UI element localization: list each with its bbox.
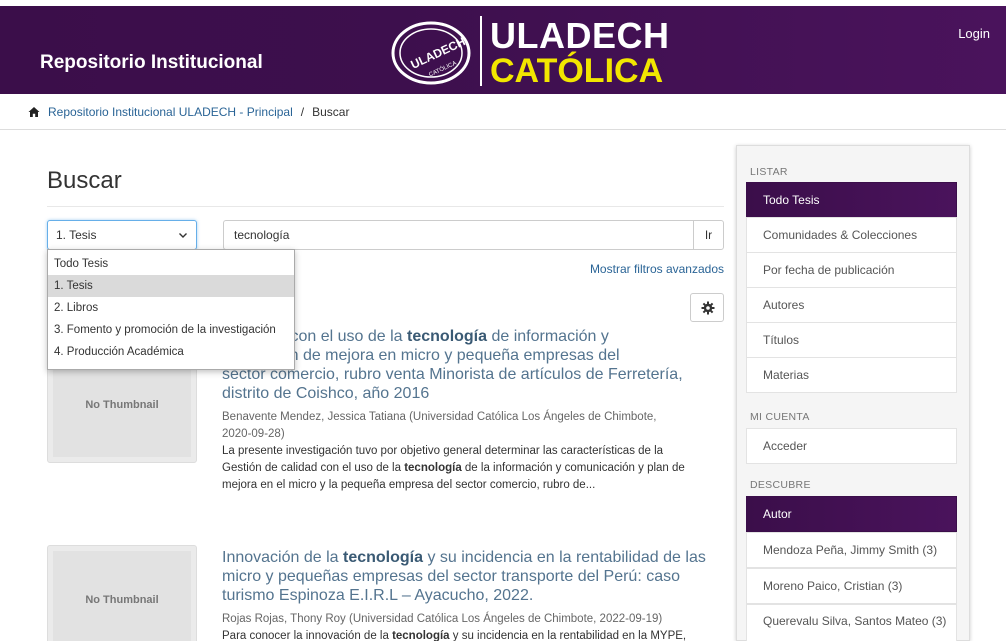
scope-option-selected[interactable]: 1. Tesis xyxy=(48,275,294,297)
scope-option[interactable]: 4. Producción Académica xyxy=(48,341,294,363)
sidebar-item-facet[interactable]: Querevalu Silva, Santos Mateo (3) xyxy=(746,604,957,641)
abstract-text: y su incidencia en la rentabilidad en la… xyxy=(449,630,687,641)
title-highlight: tecnología xyxy=(342,549,423,566)
scope-option[interactable]: Todo Tesis xyxy=(48,253,294,275)
abstract-text: Gestión de calidad con el uso de la xyxy=(222,462,405,474)
page-title: Buscar xyxy=(47,167,122,194)
svg-text:ULADECH: ULADECH xyxy=(408,34,467,71)
repository-title[interactable]: Repositorio Institucional xyxy=(40,52,263,74)
abstract-text: de la información y comunicación y plan … xyxy=(461,462,685,474)
meta-line: Rojas Rojas, Thony Roy (Universidad Cató… xyxy=(222,613,663,625)
title-text: micro y pequeñas empresas del sector tra… xyxy=(222,568,681,585)
sidebar-item-materias[interactable]: Materias xyxy=(746,357,957,393)
sidebar-item-todo-tesis[interactable]: Todo Tesis xyxy=(746,182,957,218)
chevron-down-icon xyxy=(179,233,187,238)
sidebar-heading-listar: LISTAR xyxy=(750,166,788,178)
result-thumbnail[interactable]: No Thumbnail xyxy=(47,545,197,641)
result-author-meta: Rojas Rojas, Thony Roy (Universidad Cató… xyxy=(222,611,722,628)
title-text: distrito de Coishco, año 2016 xyxy=(222,385,430,402)
title-highlight: tecnología xyxy=(407,328,488,345)
login-link[interactable]: Login xyxy=(958,26,990,41)
site-header: Repositorio Institucional ULADECH CATÓLI… xyxy=(0,6,1006,94)
sidebar-item-acceder[interactable]: Acceder xyxy=(746,428,957,464)
abstract-text: La presente investigación tuvo por objet… xyxy=(222,445,664,457)
scope-select[interactable]: 1. Tesis xyxy=(47,220,197,250)
sidebar-item-titulos[interactable]: Títulos xyxy=(746,322,957,358)
meta-line: 2020-09-28) xyxy=(222,428,285,440)
sidebar: LISTAR Todo Tesis Comunidades & Coleccio… xyxy=(736,145,970,641)
uladech-seal-logo[interactable]: ULADECH CATÓLICA xyxy=(390,20,472,86)
gear-icon xyxy=(701,301,715,315)
sidebar-item-facet[interactable]: Moreno Paico, Cristian (3) xyxy=(746,568,957,604)
sidebar-heading-mi-cuenta: MI CUENTA xyxy=(750,411,810,423)
title-text: turismo Espinoza E.I.R.L – Ayacucho, 202… xyxy=(222,587,534,604)
sidebar-item-autor[interactable]: Autor xyxy=(746,496,957,532)
result-abstract: La presente investigación tuvo por objet… xyxy=(222,443,722,494)
abstract-text: Para conocer la innovación de la xyxy=(222,630,393,641)
scope-dropdown-list: Todo Tesis 1. Tesis 2. Libros 3. Fomento… xyxy=(47,249,295,370)
scope-option[interactable]: 3. Fomento y promoción de la investigaci… xyxy=(48,319,294,341)
show-advanced-filters-link[interactable]: Mostrar filtros avanzados xyxy=(590,262,724,276)
sidebar-item-comunidades[interactable]: Comunidades & Colecciones xyxy=(746,217,957,253)
result-author-meta: Benavente Mendez, Jessica Tatiana (Unive… xyxy=(222,409,722,443)
meta-line: Benavente Mendez, Jessica Tatiana (Unive… xyxy=(222,411,657,423)
title-divider xyxy=(47,206,724,207)
result-title-link[interactable]: Innovación de la tecnología y su inciden… xyxy=(222,548,722,605)
title-text: y su incidencia en la rentabilidad de la… xyxy=(423,549,706,566)
search-go-button[interactable]: Ir xyxy=(693,220,724,250)
home-icon[interactable] xyxy=(28,106,40,118)
breadcrumb-bar: Repositorio Institucional ULADECH - Prin… xyxy=(0,94,1006,130)
result-abstract: Para conocer la innovación de la tecnolo… xyxy=(222,628,722,641)
main-content: Buscar 1. Tesis Ir Mostrar filtros avanz… xyxy=(32,140,730,641)
logo-divider xyxy=(480,16,482,86)
scope-option[interactable]: 2. Libros xyxy=(48,297,294,319)
sidebar-item-facet[interactable]: Mendoza Peña, Jimmy Smith (3) xyxy=(746,532,957,568)
sidebar-heading-descubre: DESCUBRE xyxy=(750,479,811,491)
results-settings-button[interactable] xyxy=(690,293,724,322)
result-title-link[interactable]: e calidad con el uso de la tecnología de… xyxy=(222,327,722,403)
logo-wordmark-top: ULADECH xyxy=(490,15,670,56)
breadcrumb-current: Buscar xyxy=(312,105,350,119)
title-text: de información y xyxy=(487,328,609,345)
breadcrumb-separator: / xyxy=(300,105,305,119)
logo-wordmark-bottom: CATÓLICA xyxy=(490,52,664,90)
abstract-highlight: tecnología xyxy=(392,630,450,641)
abstract-highlight: tecnología xyxy=(404,462,462,474)
scope-selected-value: 1. Tesis xyxy=(56,228,97,242)
title-text: Innovación de la xyxy=(222,549,343,566)
thumbnail-placeholder-label: No Thumbnail xyxy=(85,594,159,606)
breadcrumb: Repositorio Institucional ULADECH - Prin… xyxy=(28,105,349,119)
abstract-text: mejora en el micro y la pequeña empresa … xyxy=(222,479,596,491)
breadcrumb-home-link[interactable]: Repositorio Institucional ULADECH - Prin… xyxy=(48,105,293,119)
thumbnail-placeholder-label: No Thumbnail xyxy=(85,399,159,411)
sidebar-item-fecha[interactable]: Por fecha de publicación xyxy=(746,252,957,288)
sidebar-item-autores[interactable]: Autores xyxy=(746,287,957,323)
search-input[interactable] xyxy=(223,220,693,250)
